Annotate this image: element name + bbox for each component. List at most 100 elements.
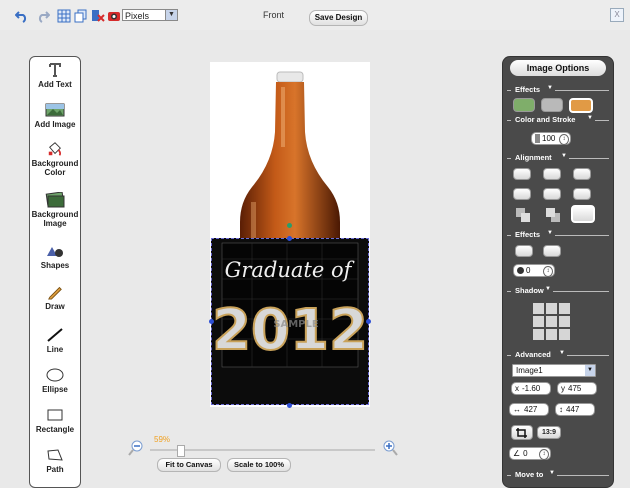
effect-amount-value: 0 (526, 266, 531, 275)
chevron-down-icon: ▼ (585, 365, 595, 376)
x-value: -1.60 (522, 384, 541, 393)
x-position-field[interactable]: x -1.60 (511, 382, 551, 395)
chevron-down-icon: ▼ (561, 153, 567, 159)
fit-to-canvas-button[interactable]: Fit to Canvas (157, 458, 221, 472)
close-button[interactable]: X (610, 8, 624, 22)
image-options-panel: Image Options Effects ▼ Color and Stroke ▼… (502, 56, 614, 488)
align-center-h-button[interactable] (543, 168, 561, 180)
undo-icon[interactable] (15, 9, 29, 23)
chevron-down-icon: ▼ (549, 470, 555, 476)
alignment-section-header[interactable]: Alignment ▼ (507, 153, 609, 163)
effect-grayscale-button[interactable] (541, 98, 563, 112)
chevron-down-icon: ▼ (545, 286, 551, 292)
height-field[interactable]: ↕ 447 (555, 403, 595, 416)
chevron-down-icon: ▼ (547, 230, 553, 236)
view-side-label: Front (263, 10, 285, 20)
units-select[interactable]: Pixels ▼ (122, 9, 178, 21)
align-top-button[interactable] (513, 188, 531, 200)
fit-size-button[interactable] (571, 205, 595, 223)
resize-handle-left[interactable] (209, 319, 214, 324)
units-select-value: Pixels (125, 11, 150, 21)
zoom-slider-handle[interactable] (177, 445, 185, 457)
label-year-text: 2012 (212, 298, 368, 363)
resize-handle-bottom[interactable] (287, 403, 292, 408)
section-label: Advanced (513, 350, 553, 359)
tools-panel: Add Text Add Image Background Color Back… (29, 56, 81, 488)
layer-select[interactable]: Image1 ▼ (512, 364, 596, 377)
background-image-tool[interactable]: Background Image (30, 192, 80, 228)
flip-vertical-button[interactable] (543, 245, 561, 257)
effect-amount-field[interactable]: 0 ↕ (513, 264, 555, 277)
effects2-section-header[interactable]: Effects ▼ (507, 230, 609, 240)
color-stroke-section-header[interactable]: Color and Stroke ▼ (507, 115, 609, 125)
effects-section-header[interactable]: Effects ▼ (507, 85, 609, 95)
ellipse-icon (46, 368, 64, 382)
shapes-tool[interactable]: Shapes (30, 243, 80, 270)
advanced-section-header[interactable]: Advanced ▼ (507, 350, 609, 360)
tool-label: Rectangle (35, 425, 75, 434)
layer-select-value: Image1 (516, 366, 543, 375)
crop-ratio-button[interactable]: 13:9 (537, 426, 561, 439)
width-value: 427 (524, 405, 538, 414)
align-center-v-button[interactable] (543, 188, 561, 200)
align-right-button[interactable] (573, 168, 591, 180)
resize-handle-right[interactable] (366, 319, 371, 324)
shapes-icon (47, 247, 63, 257)
angle-icon: ∠ (513, 449, 521, 458)
label-image-selection[interactable]: Graduate of 2012 SAMPLE (211, 238, 369, 405)
rotation-field[interactable]: ∠ 0 ↕ (509, 447, 551, 460)
section-label: Alignment (513, 153, 554, 162)
draw-tool[interactable]: Draw (30, 284, 80, 311)
y-position-field[interactable]: y 475 (557, 382, 597, 395)
zoom-percent: 59% (154, 435, 171, 444)
send-backward-icon[interactable] (514, 206, 532, 224)
height-value: 447 (566, 405, 580, 414)
add-image-tool[interactable]: Add Image (30, 102, 80, 129)
opacity-field[interactable]: 100 ↕ (531, 132, 571, 145)
ellipse-tool[interactable]: Ellipse (30, 367, 80, 394)
text-tool-icon (49, 63, 61, 77)
path-icon (47, 449, 63, 461)
line-icon (47, 328, 63, 342)
tool-label: Background Color (31, 159, 79, 177)
path-tool[interactable]: Path (30, 447, 80, 474)
delete-icon[interactable] (91, 9, 105, 23)
add-text-tool[interactable]: Add Text (30, 62, 80, 89)
redo-icon[interactable] (36, 9, 50, 23)
section-label: Shadow (513, 286, 546, 295)
rotate-handle[interactable] (287, 223, 292, 228)
opacity-value: 100 (542, 134, 556, 143)
grid-icon[interactable] (57, 9, 71, 23)
chevron-down-icon: ▼ (165, 10, 177, 20)
spinner-icon: ↕ (539, 449, 549, 460)
zoom-in-icon[interactable] (382, 440, 398, 456)
resize-handle-top[interactable] (287, 236, 292, 241)
width-arrows-icon: ↔ (513, 405, 521, 414)
rectangle-tool[interactable]: Rectangle (30, 407, 80, 434)
x-label: x (515, 384, 519, 393)
align-bottom-button[interactable] (573, 188, 591, 200)
scale-to-100-button[interactable]: Scale to 100% (227, 458, 291, 472)
bring-forward-icon[interactable] (544, 206, 562, 224)
preview-icon[interactable] (107, 9, 121, 23)
height-arrows-icon: ↕ (559, 405, 563, 414)
effect-color-button[interactable] (513, 98, 535, 112)
copy-icon[interactable] (74, 9, 88, 23)
tool-label: Shapes (40, 261, 70, 270)
save-design-button[interactable]: Save Design (309, 10, 368, 26)
section-label: Effects (513, 85, 543, 94)
flip-horizontal-button[interactable] (515, 245, 533, 257)
y-value: 475 (568, 384, 582, 393)
effect-sepia-button[interactable] (569, 98, 593, 113)
shadow-direction-grid[interactable] (532, 302, 572, 342)
y-label: y (561, 384, 565, 393)
graduate-label-image: Graduate of 2012 SAMPLE (211, 242, 369, 368)
crop-button[interactable] (511, 425, 533, 440)
align-left-button[interactable] (513, 168, 531, 180)
section-label: Effects (513, 230, 543, 239)
shadow-section-header[interactable]: Shadow ▼ (507, 286, 609, 296)
background-color-tool[interactable]: Background Color (30, 141, 80, 177)
zoom-out-icon[interactable] (128, 440, 144, 456)
line-tool[interactable]: Line (30, 327, 80, 354)
width-field[interactable]: ↔ 427 (509, 403, 549, 416)
